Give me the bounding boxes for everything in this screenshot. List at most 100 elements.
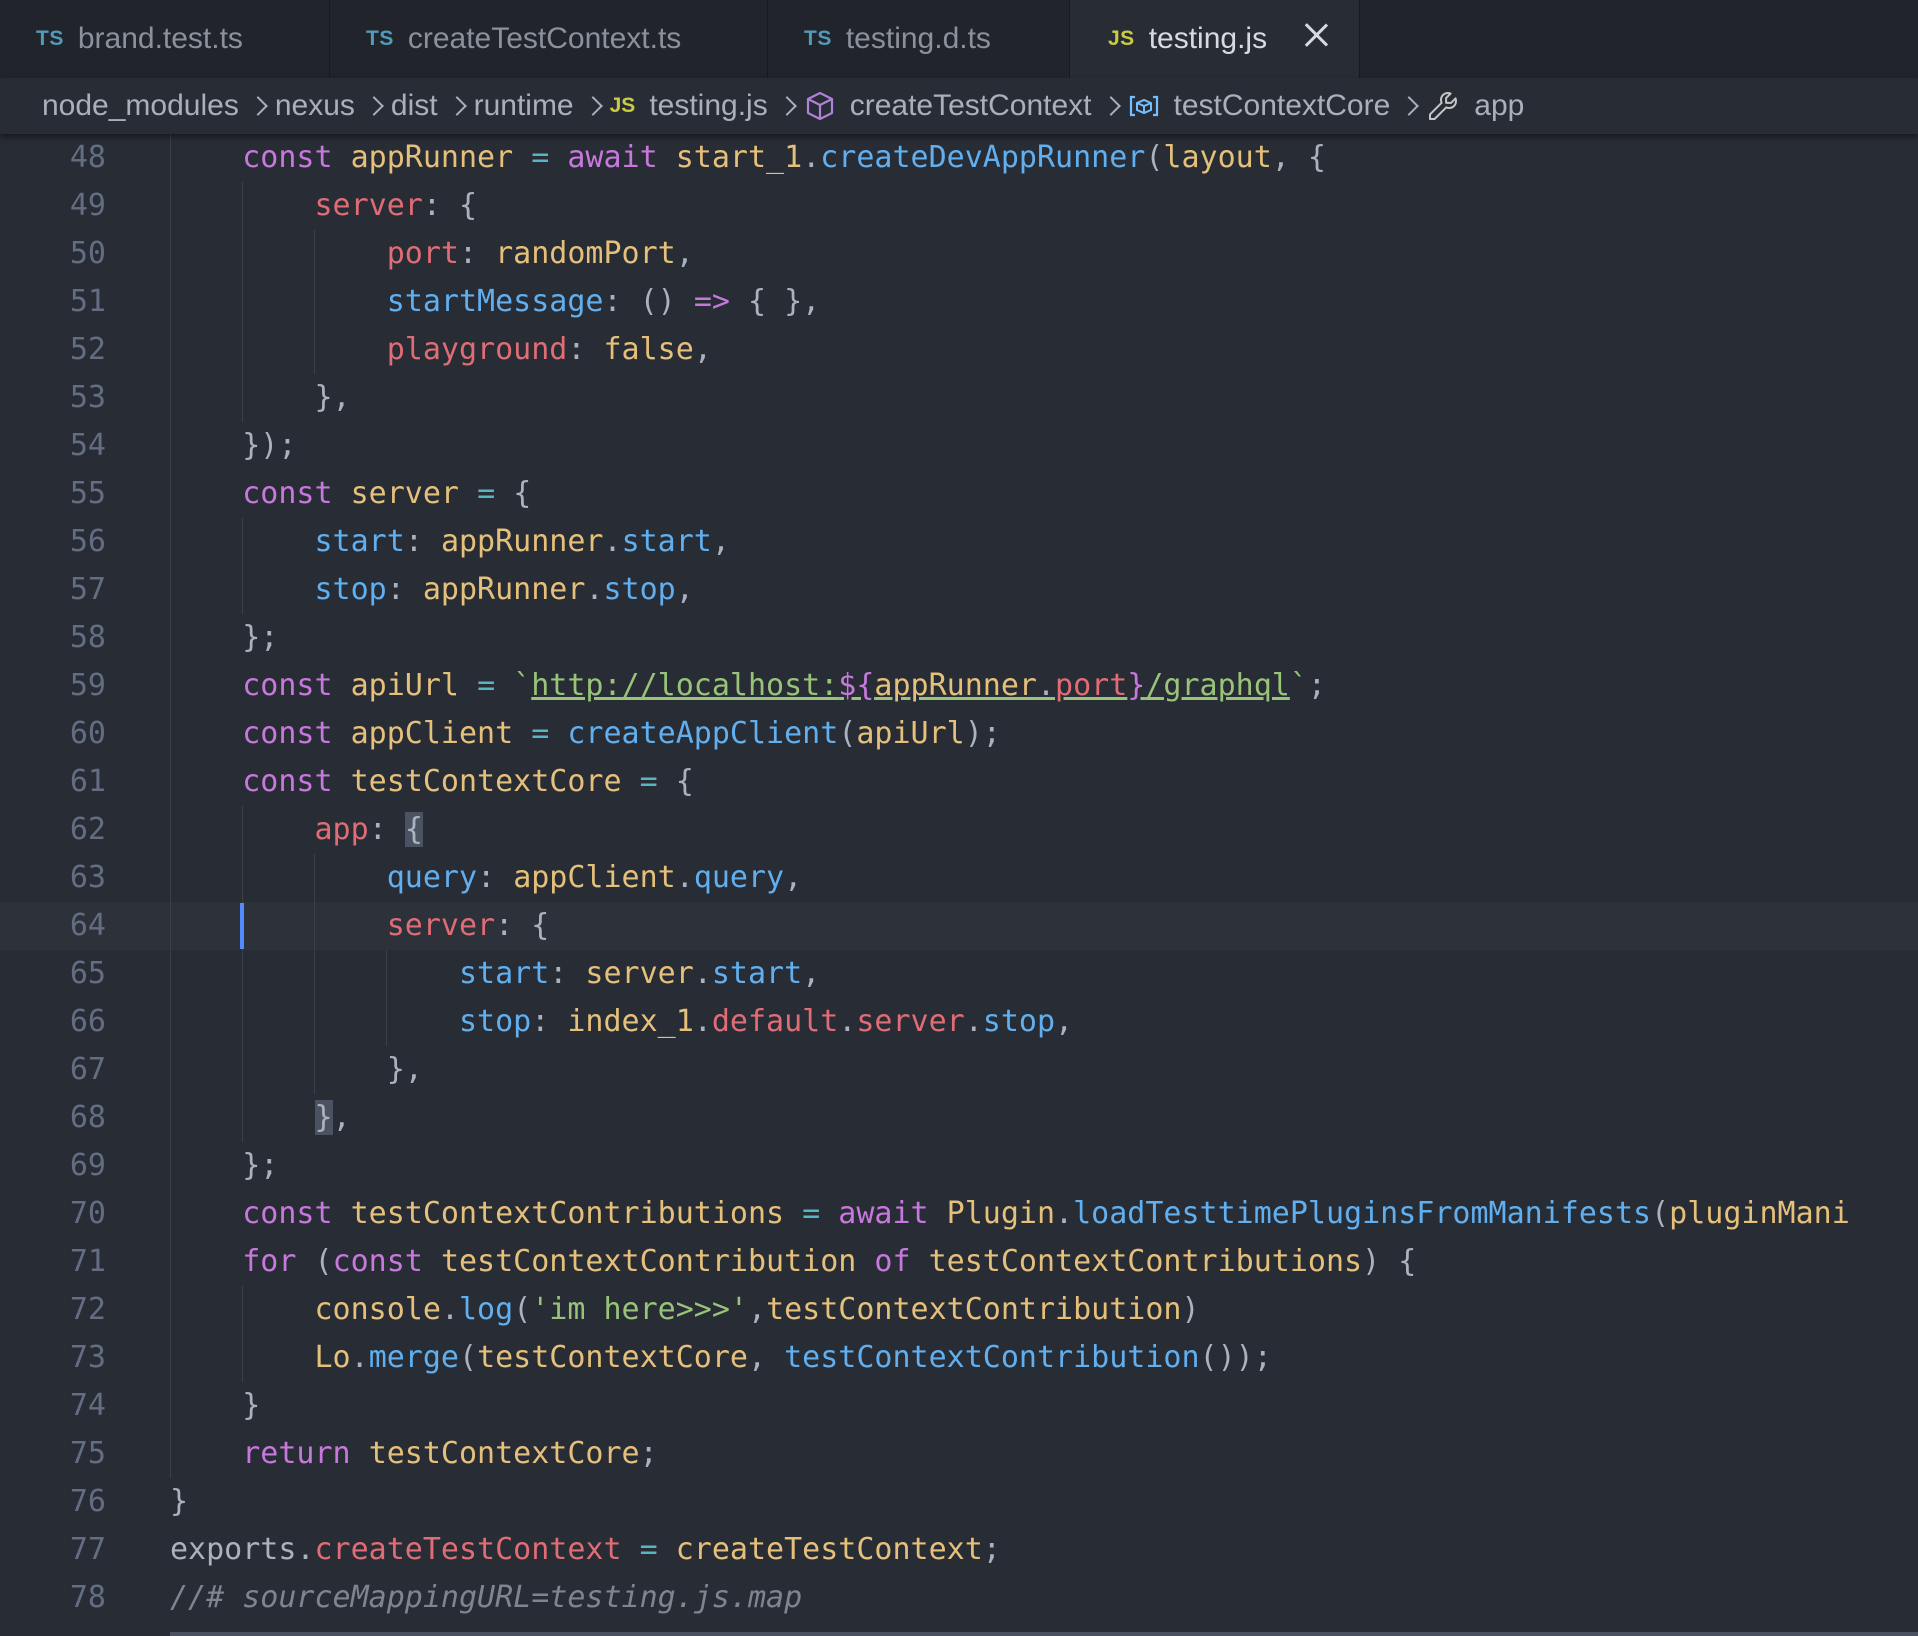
code-line[interactable]: 73 Lo.merge(testContextCore, testContext…: [0, 1334, 1918, 1382]
tab-testing-js[interactable]: JS testing.js: [1070, 0, 1360, 78]
code-text[interactable]: for (const testContextContribution of te…: [170, 1238, 1416, 1286]
code-line[interactable]: 50 port: randomPort,: [0, 230, 1918, 278]
js-file-icon: JS: [1108, 27, 1135, 50]
code-text[interactable]: stop: appRunner.stop,: [170, 566, 694, 614]
code-text[interactable]: return testContextCore;: [170, 1430, 657, 1478]
code-text[interactable]: port: randomPort,: [170, 230, 694, 278]
code-line[interactable]: 64 server: {: [0, 902, 1918, 950]
code-text[interactable]: }: [170, 1382, 260, 1430]
code-line[interactable]: 62 app: {: [0, 806, 1918, 854]
indent-guide: [241, 806, 243, 1142]
code-text[interactable]: const apiUrl = `http://localhost:${appRu…: [170, 662, 1326, 710]
code-line[interactable]: 75 return testContextCore;: [0, 1430, 1918, 1478]
breadcrumb: node_modules nexus dist runtime JS testin…: [0, 78, 1918, 134]
breadcrumb-item-test-context-core[interactable]: testContextCore: [1128, 89, 1427, 123]
code-text[interactable]: query: appClient.query,: [170, 854, 802, 902]
code-line[interactable]: 56 start: appRunner.start,: [0, 518, 1918, 566]
line-number: 67: [69, 1052, 106, 1087]
tab-brand-test[interactable]: TS brand.test.ts: [0, 0, 330, 78]
code-text[interactable]: }: [170, 1478, 188, 1526]
line-number: 77: [69, 1532, 106, 1567]
code-line[interactable]: 59 const apiUrl = `http://localhost:${ap…: [0, 662, 1918, 710]
code-text[interactable]: //# sourceMappingURL=testing.js.map: [170, 1574, 802, 1622]
indent-guide: [241, 182, 243, 422]
chevron-right-icon: [780, 95, 794, 117]
code-text[interactable]: },: [170, 1046, 423, 1094]
ts-file-icon: TS: [36, 27, 64, 50]
breadcrumb-item-dist[interactable]: dist: [391, 89, 474, 123]
code-line[interactable]: 76}: [0, 1478, 1918, 1526]
code-text[interactable]: exports.createTestContext = createTestCo…: [170, 1526, 1001, 1574]
code-text[interactable]: startMessage: () => { },: [170, 278, 821, 326]
line-number: 51: [69, 284, 106, 319]
tab-label: createTestContext.ts: [407, 22, 682, 55]
code-line[interactable]: 61 const testContextCore = {: [0, 758, 1918, 806]
indent-guide: [313, 854, 315, 1094]
code-line[interactable]: 60 const appClient = createAppClient(api…: [0, 710, 1918, 758]
code-text[interactable]: server: {: [170, 902, 550, 950]
breadcrumb-item-runtime[interactable]: runtime: [474, 89, 610, 123]
code-line[interactable]: 77 exports.createTestContext = createTest…: [0, 1526, 1918, 1574]
line-number: 58: [69, 620, 106, 655]
code-text[interactable]: Lo.merge(testContextCore, testContextCon…: [170, 1334, 1272, 1382]
code-text[interactable]: };: [170, 614, 278, 662]
code-line[interactable]: 78 //# sourceMappingURL=testing.js.map: [0, 1574, 1918, 1622]
chevron-right-icon: [367, 95, 381, 117]
code-line[interactable]: 52 playground: false,: [0, 326, 1918, 374]
line-number: 55: [69, 476, 106, 511]
code-line[interactable]: 74 }: [0, 1382, 1918, 1430]
code-text[interactable]: const appClient = createAppClient(apiUrl…: [170, 710, 1001, 758]
code-text[interactable]: start: appRunner.start,: [170, 518, 730, 566]
code-text[interactable]: stop: index_1.default.server.stop,: [170, 998, 1073, 1046]
code-text[interactable]: app: {: [170, 806, 423, 854]
breadcrumb-item-nexus[interactable]: nexus: [275, 89, 391, 123]
wrench-icon: [1426, 89, 1460, 123]
code-text[interactable]: start: server.start,: [170, 950, 820, 998]
code-line[interactable]: 48 const appRunner = await start_1.creat…: [0, 134, 1918, 182]
indent-guide: [241, 518, 243, 614]
code-text[interactable]: },: [170, 374, 351, 422]
code-line[interactable]: 71 for (const testContextContribution of…: [0, 1238, 1918, 1286]
tab-create-test-context[interactable]: TS createTestContext.ts: [330, 0, 768, 78]
code-text[interactable]: const testContextCore = {: [170, 758, 694, 806]
horizontal-scrollbar[interactable]: [170, 1632, 1918, 1636]
line-number: 52: [69, 332, 106, 367]
code-line[interactable]: 55 const server = {: [0, 470, 1918, 518]
code-text[interactable]: });: [170, 422, 296, 470]
breadcrumb-item-app[interactable]: app: [1426, 89, 1524, 123]
code-text[interactable]: console.log('im here>>>',testContextCont…: [170, 1286, 1200, 1334]
code-line[interactable]: 57 stop: appRunner.stop,: [0, 566, 1918, 614]
breadcrumb-item-node-modules[interactable]: node_modules: [42, 89, 275, 123]
chevron-right-icon: [450, 95, 464, 117]
code-line[interactable]: 66 stop: index_1.default.server.stop,: [0, 998, 1918, 1046]
code-text[interactable]: },: [170, 1094, 351, 1142]
code-line[interactable]: 49 server: {: [0, 182, 1918, 230]
code-text[interactable]: playground: false,: [170, 326, 712, 374]
code-line[interactable]: 67 },: [0, 1046, 1918, 1094]
code-line[interactable]: 68 },: [0, 1094, 1918, 1142]
line-number: 54: [69, 428, 106, 463]
code-line[interactable]: 54 });: [0, 422, 1918, 470]
code-line[interactable]: 63 query: appClient.query,: [0, 854, 1918, 902]
code-line[interactable]: 53 },: [0, 374, 1918, 422]
code-line[interactable]: 72 console.log('im here>>>',testContextC…: [0, 1286, 1918, 1334]
code-text[interactable]: server: {: [170, 182, 478, 230]
tab-testing-d-ts[interactable]: TS testing.d.ts: [768, 0, 1070, 78]
code-text[interactable]: };: [170, 1142, 278, 1190]
tab-label: testing.d.ts: [845, 22, 991, 55]
code-line[interactable]: 69 };: [0, 1142, 1918, 1190]
code-editor[interactable]: 48 const appRunner = await start_1.creat…: [0, 134, 1918, 1636]
code-line[interactable]: 70 const testContextContributions = awai…: [0, 1190, 1918, 1238]
code-text[interactable]: const appRunner = await start_1.createDe…: [170, 134, 1326, 182]
tab-bar-empty: [1360, 0, 1918, 78]
line-number: 59: [69, 668, 106, 703]
breadcrumb-item-testing-js[interactable]: JS testing.js: [610, 89, 804, 123]
code-text[interactable]: const testContextContributions = await P…: [170, 1190, 1850, 1238]
code-line[interactable]: 65 start: server.start,: [0, 950, 1918, 998]
breadcrumb-item-create-test-context[interactable]: createTestContext: [804, 89, 1128, 123]
code-line[interactable]: 51 startMessage: () => { },: [0, 278, 1918, 326]
code-line[interactable]: 58 };: [0, 614, 1918, 662]
line-number: 53: [69, 380, 106, 415]
close-icon[interactable]: [1301, 20, 1331, 50]
code-text[interactable]: const server = {: [170, 470, 531, 518]
